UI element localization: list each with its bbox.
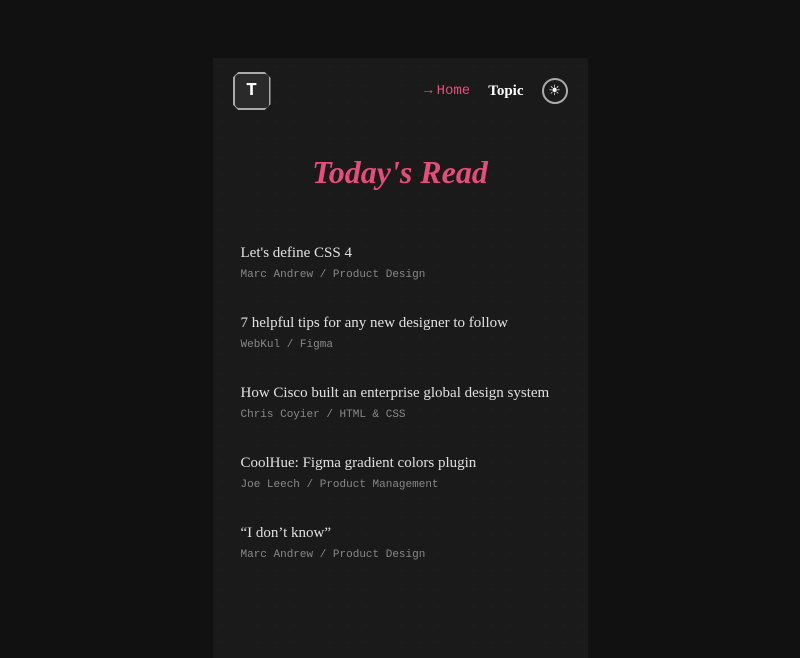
home-link[interactable]: → Home (424, 83, 470, 99)
theme-toggle-button[interactable]: ☀ (542, 78, 568, 104)
article-meta: Chris Coyier / HTML & CSS (241, 409, 560, 421)
sun-icon: ☀ (548, 83, 561, 100)
article-title: CoolHue: Figma gradient colors plugin (241, 453, 560, 474)
article-meta: Joe Leech / Product Management (241, 479, 560, 491)
home-arrow: → (424, 83, 432, 99)
article-item[interactable]: CoolHue: Figma gradient colors plugin Joe… (241, 437, 560, 507)
app-window: T → Home Topic ☀ Today's Read Let's defi… (213, 58, 588, 658)
nav: → Home Topic ☀ (424, 78, 567, 104)
home-label: Home (437, 83, 471, 99)
article-meta: WebKul / Figma (241, 339, 560, 351)
article-item[interactable]: Let's define CSS 4 Marc Andrew / Product … (241, 227, 560, 297)
logo-letter: T (246, 81, 257, 101)
article-item[interactable]: 7 helpful tips for any new designer to f… (241, 297, 560, 367)
article-meta: Marc Andrew / Product Design (241, 269, 560, 281)
article-title: 7 helpful tips for any new designer to f… (241, 313, 560, 334)
logo: T (233, 72, 271, 110)
article-item[interactable]: How Cisco built an enterprise global des… (241, 367, 560, 437)
article-title: How Cisco built an enterprise global des… (241, 383, 560, 404)
article-item[interactable]: “I don’t know” Marc Andrew / Product Desi… (241, 507, 560, 577)
article-meta: Marc Andrew / Product Design (241, 549, 560, 561)
article-title: Let's define CSS 4 (241, 243, 560, 264)
article-list: Let's define CSS 4 Marc Andrew / Product … (241, 227, 560, 577)
topic-label[interactable]: Topic (488, 83, 523, 100)
main-content: Today's Read Let's define CSS 4 Marc Andr… (213, 124, 588, 597)
article-title: “I don’t know” (241, 523, 560, 544)
page-title: Today's Read (241, 154, 560, 191)
header: T → Home Topic ☀ (213, 58, 588, 124)
